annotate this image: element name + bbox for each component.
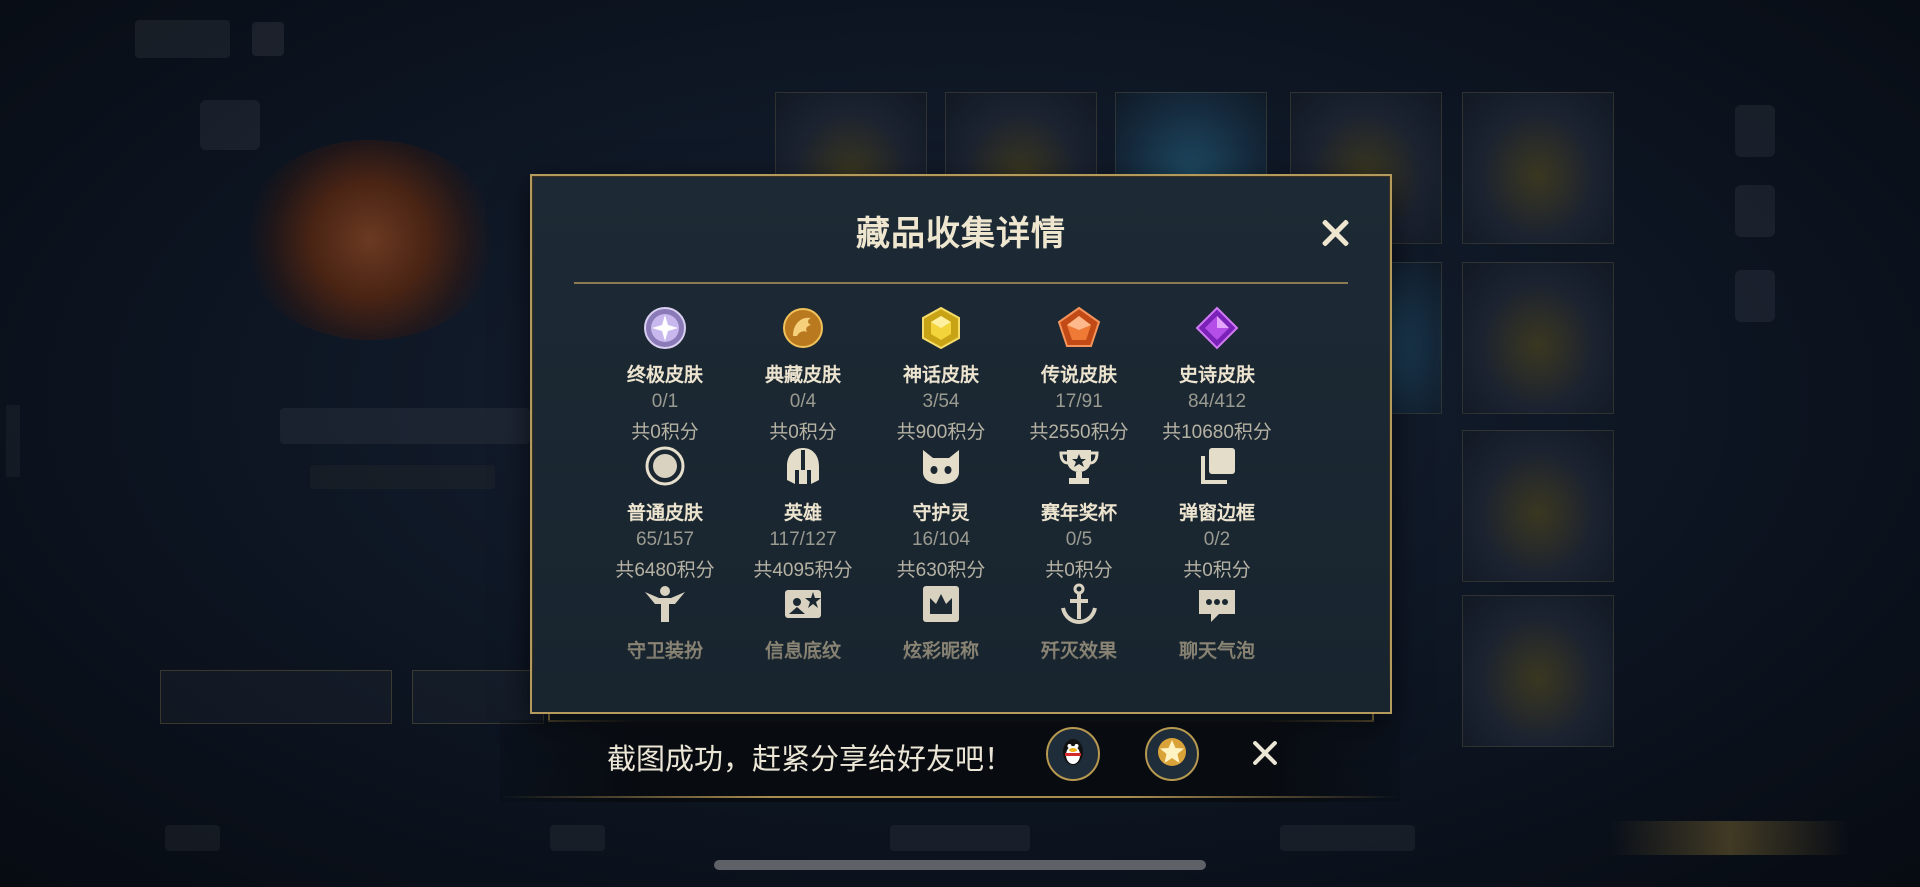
epic-skin-icon [1195, 306, 1239, 350]
item-count: 0/2 [1203, 529, 1231, 550]
item-name: 史诗皮肤 [1178, 365, 1255, 386]
guard-outfit-icon [643, 582, 687, 626]
item-count: 3/54 [922, 391, 960, 412]
collection-item-myth-skin[interactable]: 神话皮肤 3/54 共900积分 [871, 306, 1011, 444]
myth-skin-icon [919, 306, 963, 350]
item-name: 守护灵 [912, 503, 970, 524]
share-star-button[interactable] [1145, 727, 1199, 781]
collection-item-epic-skin[interactable]: 史诗皮肤 84/412 共10680积分 [1147, 306, 1287, 444]
legend-skin-icon [1057, 306, 1101, 350]
item-name: 普通皮肤 [626, 503, 703, 524]
close-icon[interactable] [1320, 218, 1350, 248]
back-button[interactable] [135, 20, 230, 58]
avatar-frame [200, 100, 260, 150]
item-count: 17/91 [1055, 391, 1103, 412]
collection-row: 终极皮肤 0/1 共0积分 典藏皮肤 0/4 共0积分 神话皮肤 3/54 共9… [592, 306, 1332, 444]
player-name [280, 408, 530, 444]
item-score: 共2550积分 [1029, 422, 1129, 443]
right-side-icon[interactable] [1735, 270, 1775, 322]
collection-details-modal: 藏品收集详情 终极皮肤 0/1 共0积分 典藏皮肤 0/4 共0积分 神话皮肤 … [530, 174, 1392, 714]
item-score: 共6480积分 [615, 560, 715, 581]
info-pattern-icon [781, 582, 825, 626]
item-score: 共0积分 [1045, 560, 1113, 581]
star-badge-icon [1155, 735, 1189, 774]
item-count: 16/104 [911, 529, 971, 550]
item-count: 0/1 [651, 391, 679, 412]
skin-card[interactable] [1462, 430, 1614, 582]
qq-penguin-icon [1056, 735, 1090, 774]
item-name: 神话皮肤 [902, 365, 979, 386]
collection-item-legend-skin[interactable]: 传说皮肤 17/91 共2550积分 [1009, 306, 1149, 444]
home-button[interactable] [252, 22, 284, 56]
item-count: 117/127 [769, 529, 837, 550]
right-side-icon[interactable] [1735, 185, 1775, 237]
right-side-icon[interactable] [1735, 105, 1775, 157]
bottom-nav-primary-button[interactable] [1610, 821, 1850, 855]
item-score: 共4095积分 [753, 560, 853, 581]
item-name: 传说皮肤 [1040, 365, 1117, 386]
title-divider [574, 282, 1348, 284]
item-score: 共0积分 [631, 422, 699, 443]
close-share-icon[interactable] [1250, 738, 1280, 768]
skin-card[interactable] [1462, 92, 1614, 244]
item-count: 65/157 [635, 529, 695, 550]
collection-item-hero[interactable]: 英雄 117/127 共4095积分 [733, 444, 873, 582]
collection-item-info-pattern[interactable]: 信息底纹 [733, 582, 873, 663]
collection-item-annihilation-effect[interactable]: 歼灭效果 [1009, 582, 1149, 663]
collection-item-guardian-spirit[interactable]: 守护灵 16/104 共630积分 [871, 444, 1011, 582]
hero-helmet-icon [781, 444, 825, 488]
item-score: 共0积分 [1183, 560, 1251, 581]
collection-item-normal-skin[interactable]: 普通皮肤 65/157 共6480积分 [595, 444, 735, 582]
item-count: 0/4 [789, 391, 817, 412]
player-subtitle [310, 465, 495, 489]
collection-row: 普通皮肤 65/157 共6480积分 英雄 117/127 共4095积分 守… [592, 444, 1332, 582]
home-indicator[interactable] [714, 860, 1206, 870]
modal-title: 藏品收集详情 [856, 215, 1066, 253]
collection-item-collection-skin[interactable]: 典藏皮肤 0/4 共0积分 [733, 306, 873, 444]
scroll-fade [532, 652, 1390, 712]
popup-frame-icon [1195, 444, 1239, 488]
bottom-nav-item[interactable] [1280, 825, 1415, 851]
annihilation-effect-icon [1057, 582, 1101, 626]
item-score: 共630积分 [896, 560, 986, 581]
item-count: 84/412 [1187, 391, 1247, 412]
share-bar-underline [500, 796, 1400, 798]
background-button-1[interactable] [160, 670, 392, 724]
collection-item-guard-outfit[interactable]: 守卫装扮 [595, 582, 735, 663]
item-count: 0/5 [1065, 529, 1093, 550]
background-button-2[interactable] [412, 670, 544, 724]
share-qq-button[interactable] [1046, 727, 1100, 781]
collection-skin-icon [781, 306, 825, 350]
player-id-text [6, 405, 20, 477]
collection-item-colorful-nickname[interactable]: 炫彩昵称 [871, 582, 1011, 663]
item-name: 赛年奖杯 [1040, 503, 1117, 524]
guardian-spirit-icon [919, 444, 963, 488]
collection-item-season-trophy[interactable]: 赛年奖杯 0/5 共0积分 [1009, 444, 1149, 582]
item-name: 典藏皮肤 [764, 365, 841, 386]
collection-item-popup-frame[interactable]: 弹窗边框 0/2 共0积分 [1147, 444, 1287, 582]
bottom-nav-item[interactable] [165, 825, 220, 851]
skin-card[interactable] [1462, 262, 1614, 414]
rank-emblem [240, 140, 500, 340]
season-trophy-icon [1057, 444, 1101, 488]
skin-card[interactable] [1462, 595, 1614, 747]
ultimate-skin-icon [643, 306, 687, 350]
item-score: 共0积分 [769, 422, 837, 443]
normal-skin-icon [643, 444, 687, 488]
chat-bubble-icon [1195, 582, 1239, 626]
item-name: 英雄 [783, 503, 822, 524]
item-score: 共900积分 [896, 422, 986, 443]
collection-item-chat-bubble[interactable]: 聊天气泡 [1147, 582, 1287, 663]
share-message: 截图成功，赶紧分享给好友吧！ [607, 744, 1014, 776]
item-name: 终极皮肤 [626, 365, 703, 386]
colorful-nickname-icon [919, 582, 963, 626]
collection-item-ultimate-skin[interactable]: 终极皮肤 0/1 共0积分 [595, 306, 735, 444]
item-score: 共10680积分 [1162, 422, 1272, 443]
bottom-nav-item[interactable] [890, 825, 1030, 851]
item-name: 弹窗边框 [1178, 503, 1255, 524]
bottom-nav-item[interactable] [550, 825, 605, 851]
